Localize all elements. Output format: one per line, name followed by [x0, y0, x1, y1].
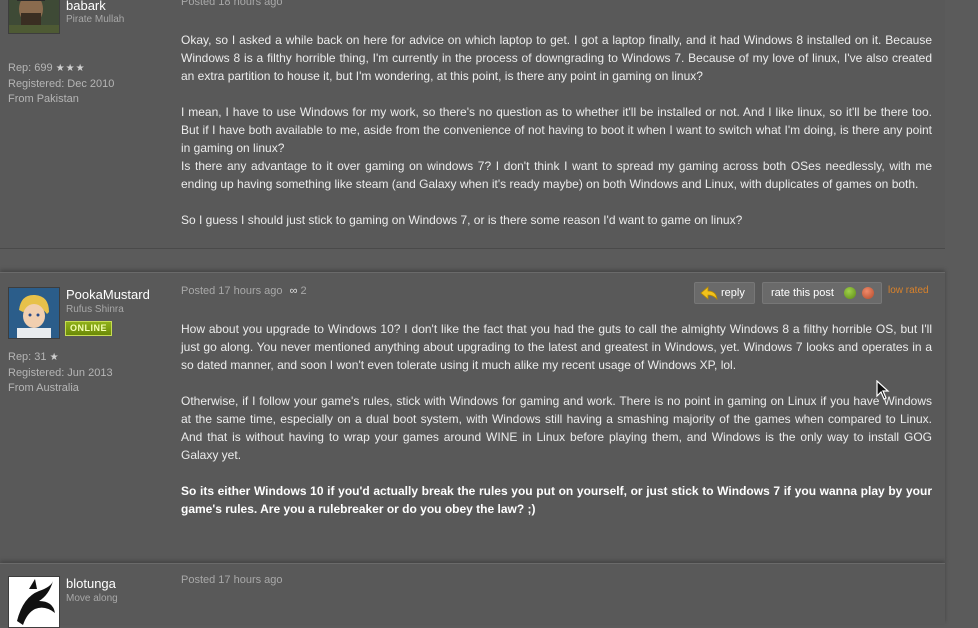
post-paragraph-bold: So its either Windows 10 if you'd actual… — [181, 482, 932, 518]
username[interactable]: PookaMustard — [66, 287, 150, 302]
location: From Pakistan — [8, 93, 79, 105]
avatar[interactable] — [8, 287, 60, 339]
rate-post-control: rate this post — [762, 282, 882, 304]
reply-button[interactable]: reply — [694, 282, 755, 304]
bold-text: So its either Windows 10 if you'd actual… — [181, 484, 932, 516]
rep-stars-icon: ★★★ — [55, 63, 86, 74]
rep-stars-icon: ★ — [49, 352, 60, 363]
rep: Rep: 31 ★ — [8, 350, 113, 366]
post-paragraph: How about you upgrade to Windows 10? I d… — [181, 322, 932, 372]
posted-time: Posted 17 hours ago — [181, 285, 283, 297]
rep-value: Rep: 31 — [8, 351, 47, 363]
post-paragraph: I mean, I have to use Windows for my wor… — [181, 105, 932, 155]
post-blotunga: blotunga Move along Posted 17 hours ago — [0, 563, 945, 628]
rate-up-icon[interactable] — [844, 287, 856, 299]
rate-label: rate this post — [771, 287, 834, 299]
reply-arrow-icon — [700, 286, 718, 300]
post-pookamustard: PookaMustard Rufus Shinra ONLINE Rep: 31… — [0, 272, 945, 563]
online-badge: ONLINE — [65, 321, 113, 336]
rating-status: low rated — [888, 285, 929, 296]
rep-value: Rep: 699 — [8, 62, 53, 74]
reply-label: reply — [721, 287, 745, 299]
registered: Registered: Jun 2013 — [8, 366, 113, 379]
location: From Australia — [8, 382, 79, 394]
link-count: 2 — [300, 285, 307, 297]
avatar[interactable] — [8, 0, 60, 34]
registered: Registered: Dec 2010 — [8, 77, 115, 90]
user-title: Pirate Mullah — [66, 14, 125, 25]
username[interactable]: babark — [66, 0, 106, 13]
post-body: How about you upgrade to Windows 10? I d… — [181, 320, 932, 536]
user-title: Rufus Shinra — [66, 304, 124, 315]
link-icon[interactable]: ∞ — [290, 285, 298, 297]
cursor-icon — [876, 380, 890, 400]
post-timestamp: Posted 18 hours ago — [181, 0, 283, 8]
post-paragraph: Okay, so I asked a while back on here fo… — [181, 33, 932, 83]
user-meta: Rep: 31 ★ Registered: Jun 2013 From Aust… — [8, 350, 113, 397]
user-meta: Rep: 699 ★★★ Registered: Dec 2010 From P… — [8, 61, 114, 108]
username[interactable]: blotunga — [66, 576, 116, 591]
rate-down-icon[interactable] — [862, 287, 874, 299]
post-babark: babark Pirate Mullah Rep: 699 ★★★ Regist… — [0, 0, 945, 249]
post-body: Okay, so I asked a while back on here fo… — [181, 31, 932, 247]
rep: Rep: 699 ★★★ — [8, 61, 114, 77]
post-timestamp: Posted 17 hours ago ∞ 2 — [181, 285, 307, 297]
post-timestamp: Posted 17 hours ago — [181, 574, 283, 586]
avatar[interactable] — [8, 576, 60, 628]
post-paragraph: Otherwise, if I follow your game's rules… — [181, 394, 932, 462]
post-paragraph: So I guess I should just stick to gaming… — [181, 213, 743, 227]
user-title: Move along — [66, 593, 118, 604]
post-paragraph: Is there any advantage to it over gaming… — [181, 159, 932, 191]
